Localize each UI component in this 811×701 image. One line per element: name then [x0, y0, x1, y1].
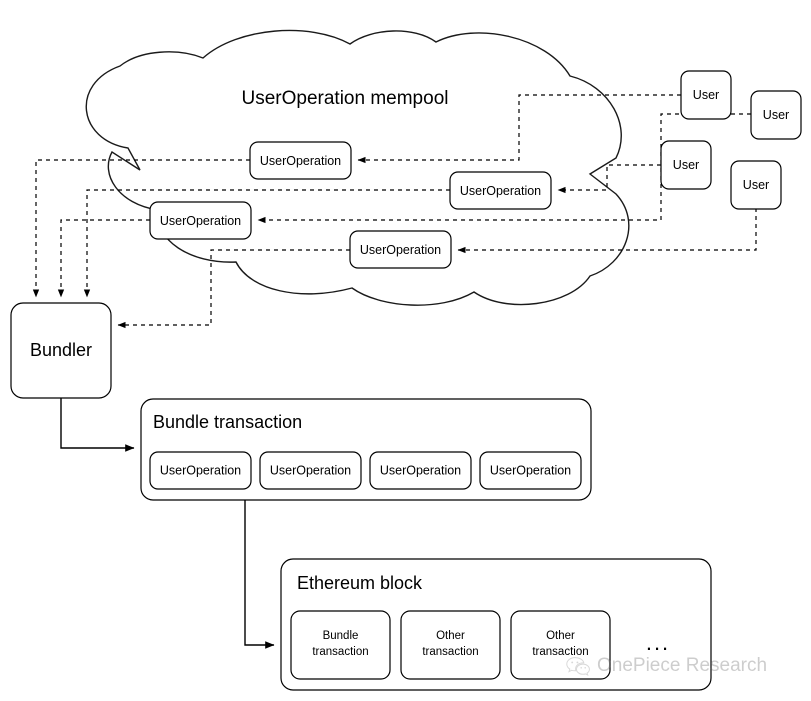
block-transaction-2-line1: Other: [436, 630, 465, 642]
mempool-userop-1[interactable]: UserOperation: [249, 141, 352, 180]
ethereum-block-title: Ethereum block: [297, 573, 423, 593]
ethereum-block-node[interactable]: Ethereum block Bundle transaction Other …: [280, 558, 712, 691]
user-node-3[interactable]: User: [660, 140, 712, 190]
block-transaction-2[interactable]: Other transaction: [400, 610, 501, 680]
mempool-userop-2-label: UserOperation: [460, 184, 541, 198]
mempool-userop-1-label: UserOperation: [260, 154, 341, 168]
bundle-transaction-title: Bundle transaction: [153, 412, 302, 432]
link-userop3-to-bundler: [57, 219, 150, 298]
block-transaction-2-line2: transaction: [422, 646, 478, 658]
user-node-1[interactable]: User: [680, 70, 732, 120]
bundle-userop-2-label: UserOperation: [270, 463, 351, 477]
block-transaction-3-box[interactable]: [510, 610, 611, 680]
mempool-userop-4-label: UserOperation: [360, 243, 441, 257]
bundle-userop-1[interactable]: UserOperation: [149, 451, 252, 490]
bundle-userop-1-label: UserOperation: [160, 463, 241, 477]
block-transaction-1-line1: Bundle: [323, 630, 359, 642]
mempool-userop-2[interactable]: UserOperation: [449, 171, 552, 210]
bundler-label: Bundler: [30, 340, 92, 360]
block-transaction-3-line2: transaction: [532, 646, 588, 658]
bundle-userop-4-label: UserOperation: [490, 463, 571, 477]
user-node-3-label: User: [673, 158, 699, 172]
user-node-2-label: User: [763, 108, 789, 122]
bundler-node[interactable]: Bundler: [10, 302, 112, 399]
architecture-diagram: UserOperation mempool UserOperation User…: [10, 29, 802, 691]
diagram-canvas: UserOperation mempool UserOperation User…: [0, 0, 811, 701]
mempool-title: UserOperation mempool: [242, 88, 449, 109]
user-node-4-label: User: [743, 178, 769, 192]
bundle-userop-3-label: UserOperation: [380, 463, 461, 477]
mempool-userop-3-label: UserOperation: [160, 214, 241, 228]
mempool-userop-3[interactable]: UserOperation: [149, 201, 252, 240]
bundle-userop-2[interactable]: UserOperation: [259, 451, 362, 490]
block-transaction-1-box[interactable]: [290, 610, 391, 680]
user-node-1-label: User: [693, 88, 719, 102]
link-bundler-to-bundle-transaction: [60, 398, 135, 452]
block-transaction-2-box[interactable]: [400, 610, 501, 680]
bundle-transaction-node[interactable]: Bundle transaction UserOperation UserOpe…: [140, 398, 592, 501]
user-node-4[interactable]: User: [730, 160, 782, 210]
bundle-userop-3[interactable]: UserOperation: [369, 451, 472, 490]
block-transaction-1[interactable]: Bundle transaction: [290, 610, 391, 680]
block-transactions-ellipsis: ...: [646, 630, 670, 655]
block-transaction-3[interactable]: Other transaction: [510, 610, 611, 680]
block-transaction-1-line2: transaction: [312, 646, 368, 658]
user-node-2[interactable]: User: [750, 90, 802, 140]
mempool-userop-4[interactable]: UserOperation: [349, 230, 452, 269]
block-transaction-3-line1: Other: [546, 630, 575, 642]
bundle-userop-4[interactable]: UserOperation: [479, 451, 582, 490]
link-bundle-transaction-to-block: [244, 500, 275, 649]
